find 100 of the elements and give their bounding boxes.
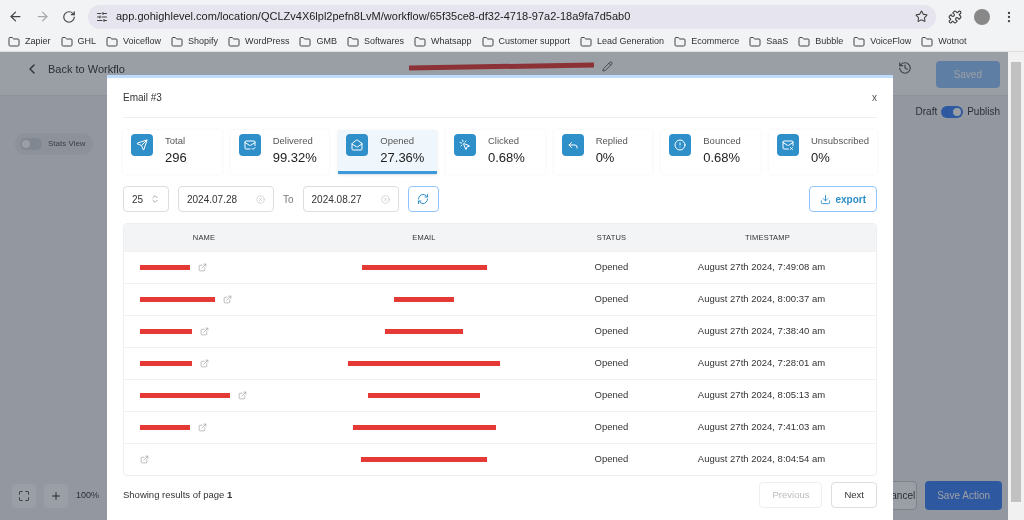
next-button[interactable]: Next [831, 482, 877, 508]
external-link-icon[interactable] [140, 455, 149, 464]
stat-card[interactable]: Total 296 [123, 130, 222, 174]
external-link-icon[interactable] [200, 327, 209, 336]
dialog-title: Email #3 [123, 91, 162, 105]
folder-icon [346, 36, 359, 48]
forward-icon[interactable] [35, 9, 50, 24]
external-link-icon[interactable] [200, 359, 209, 368]
folder-icon [299, 36, 312, 48]
stats-view-toggle[interactable] [20, 138, 42, 150]
folder-icon [8, 36, 20, 48]
bookmark-link[interactable]: Shopify [188, 35, 219, 49]
stat-card[interactable]: Replied 0% [553, 130, 653, 174]
zoom-in-icon[interactable] [44, 483, 68, 508]
stat-card[interactable]: Clicked 0.68% [445, 130, 545, 174]
status-cell-text: Opened [593, 388, 630, 403]
bookmark-link[interactable]: GHL [77, 35, 97, 49]
status-cell-text: Opened [593, 452, 630, 467]
unsubscribed-stat-icon [776, 134, 799, 156]
refresh-icon [417, 193, 430, 205]
folder-icon [60, 36, 73, 48]
publish-toggle[interactable] [941, 105, 964, 118]
bookmark-link[interactable]: VoiceFlow [870, 35, 912, 49]
stat-value: 0.68% [487, 149, 525, 168]
external-link-icon[interactable] [223, 295, 232, 304]
status-cell-text: Opened [593, 292, 630, 307]
bookmark-link[interactable]: Customer support [498, 35, 571, 49]
stat-label: Total [165, 134, 187, 148]
bookmark-link[interactable]: Whatsapp [431, 35, 472, 49]
redaction-mark [140, 361, 192, 366]
back-to-workflows-link[interactable]: Back to Workflo [48, 61, 125, 78]
export-button[interactable]: export [809, 186, 877, 212]
folder-icon [798, 36, 811, 48]
folder-icon [481, 36, 494, 48]
bookmark-link[interactable]: SaaS [766, 35, 789, 49]
to-date-field[interactable]: 2024.08.27 [302, 186, 399, 212]
stat-value: 0.68% [703, 149, 741, 168]
stat-card[interactable]: Delivered 99.32% [230, 130, 330, 174]
stat-value: 27.36% [380, 149, 425, 168]
status-cell-text: Opened [593, 260, 630, 275]
stat-label: Unsubscribed [810, 134, 870, 148]
fit-screen-icon[interactable] [12, 483, 36, 508]
bookmark-link[interactable]: Zapier [25, 35, 51, 49]
clicked-stat-icon [453, 134, 476, 156]
zoom-level: 100% [76, 488, 100, 502]
back-icon[interactable] [8, 9, 23, 24]
extensions-icon[interactable] [948, 9, 962, 24]
address-bar[interactable]: app.gohighlevel.com/location/QCLZv4X6lpl2pefn8LvM/workflow/65f35ce8-df32-4718-97a2-18a9fa7d5ab0 [88, 4, 936, 29]
external-link-icon[interactable] [198, 263, 207, 272]
clear-icon[interactable] [256, 194, 265, 204]
external-link-icon[interactable] [198, 423, 207, 432]
folder-icon [674, 36, 687, 48]
close-button[interactable]: x [872, 90, 877, 105]
pagination-summary: Showing results of page 1 [123, 487, 234, 502]
status-cell-text: Opened [593, 324, 630, 339]
delivered-stat-icon [238, 134, 261, 156]
scrollbar[interactable] [1008, 52, 1024, 520]
from-date-field[interactable]: 2024.07.28 [178, 186, 274, 212]
redaction-mark [394, 297, 454, 302]
stat-label: Opened [380, 134, 416, 148]
stat-card[interactable]: Opened 27.36% [338, 130, 437, 174]
timestamp-cell-text: August 27th 2024, 7:38:40 am [696, 324, 827, 339]
folder-icon [171, 36, 184, 48]
site-settings-icon[interactable] [96, 10, 108, 23]
bookmark-link[interactable]: GMB [316, 35, 337, 49]
edit-icon[interactable] [602, 61, 614, 72]
reload-icon[interactable] [62, 9, 76, 24]
timestamp-cell-text: August 27th 2024, 8:05:13 am [696, 388, 827, 403]
timestamp-cell-text: August 27th 2024, 7:41:03 am [696, 420, 827, 435]
stat-card[interactable]: Bounced 0.68% [661, 130, 760, 174]
bookmark-link[interactable]: Voiceflow [123, 35, 162, 49]
stat-label: Delivered [272, 134, 314, 148]
timestamp-cell-text: August 27th 2024, 8:00:37 am [696, 292, 827, 307]
status-cell-text: Opened [593, 420, 630, 435]
clear-icon[interactable] [380, 194, 390, 204]
folder-icon [749, 36, 762, 48]
page-size-select[interactable]: 25 [123, 186, 169, 212]
stepper-icon[interactable] [150, 194, 160, 204]
redaction-mark [140, 425, 190, 430]
bookmark-link[interactable]: WordPress [245, 35, 290, 49]
folder-icon [106, 36, 119, 48]
bookmark-link[interactable]: Ecommerce [691, 35, 740, 49]
bookmark-link[interactable]: Lead Generation [597, 35, 665, 49]
bookmark-link[interactable]: Wotnot [938, 35, 967, 49]
external-link-icon[interactable] [238, 391, 247, 400]
publish-label: Publish [967, 105, 1000, 119]
profile-avatar[interactable] [974, 8, 990, 25]
bookmark-star-icon[interactable] [915, 10, 928, 23]
replied-stat-icon [561, 134, 584, 156]
folder-icon [853, 36, 866, 48]
history-icon[interactable] [897, 61, 912, 75]
status-cell-text: Opened [593, 356, 630, 371]
redaction-mark [140, 329, 192, 334]
bookmark-link[interactable]: Bubble [815, 35, 844, 49]
draft-label: Draft [915, 105, 938, 119]
stat-card[interactable]: Unsubscribed 0% [768, 130, 878, 174]
stat-label: Clicked [487, 134, 521, 148]
refresh-button[interactable] [407, 186, 439, 212]
folder-icon [580, 36, 593, 48]
bookmark-link[interactable]: Softwares [363, 35, 404, 49]
